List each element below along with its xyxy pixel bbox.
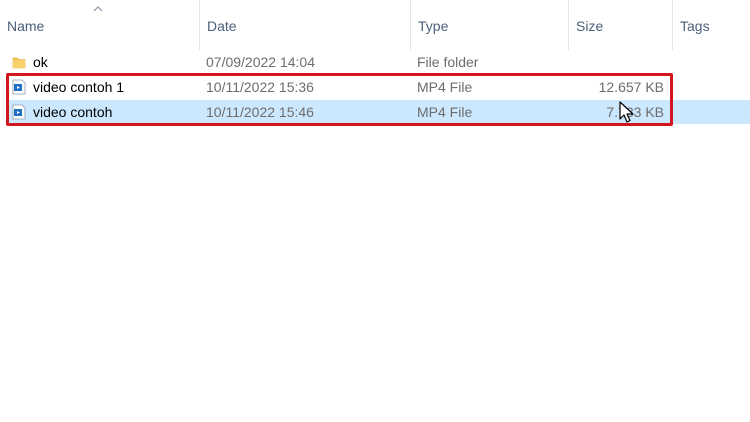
video-file-icon: [12, 104, 26, 120]
file-name: ok: [33, 54, 48, 70]
list-item-folder-ok[interactable]: ok 07/09/2022 14:04 File folder: [8, 50, 750, 74]
column-header-tags[interactable]: Tags: [673, 0, 750, 50]
column-header-tags-label: Tags: [680, 18, 710, 34]
column-header-size-label: Size: [576, 18, 604, 34]
column-header-size[interactable]: Size: [569, 0, 673, 50]
file-size: 7.733 KB: [606, 104, 664, 120]
chevron-up-icon[interactable]: [93, 5, 103, 13]
column-header-name-label: Name: [7, 18, 45, 34]
column-header-type[interactable]: Type: [411, 0, 569, 50]
video-file-icon: [12, 79, 26, 95]
file-date: 07/09/2022 14:04: [206, 54, 315, 70]
column-header-type-label: Type: [418, 18, 449, 34]
folder-icon: [12, 57, 26, 69]
column-header-name[interactable]: Name: [0, 0, 200, 50]
list-item-video-contoh-1[interactable]: video contoh 1 10/11/2022 15:36 MP4 File…: [8, 75, 750, 99]
file-size: 12.657 KB: [598, 79, 664, 95]
mouse-pointer-icon: [619, 101, 634, 123]
list-item-video-contoh[interactable]: video contoh 10/11/2022 15:46 MP4 File 7…: [8, 100, 750, 124]
file-date: 10/11/2022 15:46: [206, 104, 314, 120]
column-header-date[interactable]: Date: [200, 0, 411, 50]
file-type: File folder: [417, 54, 479, 70]
column-header-date-label: Date: [207, 18, 237, 34]
file-name: video contoh 1: [33, 79, 125, 95]
column-header-bar: Name Date Type Size Tags: [0, 0, 750, 50]
file-type: MP4 File: [417, 79, 473, 95]
file-name: video contoh: [33, 104, 113, 120]
file-type: MP4 File: [417, 104, 473, 120]
file-date: 10/11/2022 15:36: [206, 79, 314, 95]
file-explorer-window: Name Date Type Size Tags ok 07/09/2022 1…: [0, 0, 750, 422]
